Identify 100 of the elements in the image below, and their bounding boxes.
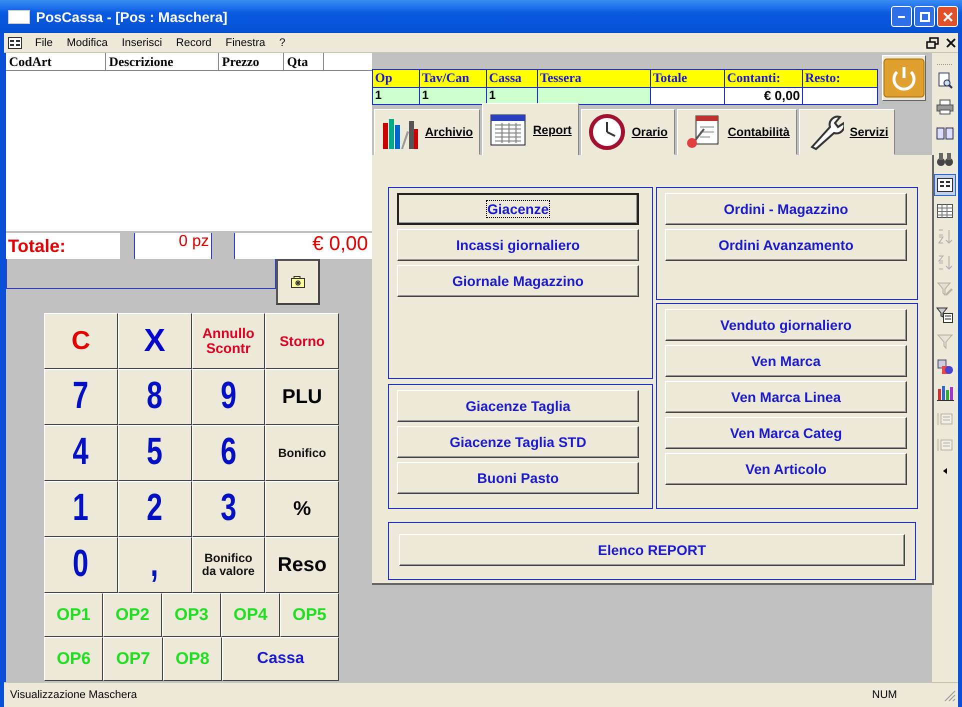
keypad-key[interactable]: 5	[118, 425, 192, 481]
column-header: Contanti:	[725, 70, 802, 88]
report-button[interactable]: Ordini Avanzamento	[665, 229, 907, 261]
caret-icon	[943, 468, 947, 474]
report-button[interactable]: Incassi giornaliero	[397, 229, 639, 261]
pieces-field: 0 pz	[135, 233, 212, 259]
keypad-key[interactable]: 3	[192, 481, 266, 537]
binoculars-icon	[936, 150, 954, 168]
filter-form-icon	[936, 306, 954, 324]
keypad-key[interactable]: Bonifico	[265, 425, 339, 481]
total-amount-field: € 0,00	[235, 233, 372, 259]
menu-item[interactable]: ?	[272, 36, 292, 48]
tab[interactable]: Orario	[580, 109, 675, 155]
close-button[interactable]	[937, 6, 958, 27]
report-button[interactable]: Giacenze Taglia STD	[397, 426, 639, 458]
keypad-key[interactable]: 9	[192, 369, 266, 425]
close-icon	[942, 12, 952, 22]
value-cell: 1	[373, 88, 419, 104]
report-button[interactable]: Ven Marca Categ	[665, 417, 907, 449]
folder-icon	[291, 276, 305, 288]
report-button[interactable]: Ven Marca	[665, 345, 907, 377]
keypad-key[interactable]: ,	[118, 537, 192, 593]
column-header: CodArt	[6, 53, 106, 70]
clock-icon	[588, 113, 626, 151]
filter-icon	[936, 280, 954, 298]
keypad-key[interactable]: 4	[44, 425, 118, 481]
report-button[interactable]: Ordini - Magazzino	[665, 193, 907, 225]
restore-icon[interactable]	[926, 36, 940, 48]
close-icon[interactable]	[944, 36, 958, 48]
maximize-button[interactable]	[914, 6, 935, 27]
tab[interactable]: Servizi	[798, 109, 896, 155]
power-icon	[883, 58, 925, 98]
keypad-key[interactable]: Bonifico da valore	[192, 537, 266, 593]
num-lock-indicator: NUM	[872, 689, 898, 701]
column-header: Tav/Can	[420, 70, 486, 88]
keypad-key[interactable]: 7	[44, 369, 118, 425]
column-header: Tessera	[538, 70, 650, 88]
maximize-icon	[920, 12, 930, 22]
keypad-key[interactable]: 8	[118, 369, 192, 425]
toolbar-button[interactable]	[934, 174, 956, 196]
report-button[interactable]: Giacenze	[397, 193, 639, 225]
toolbar-grip-icon	[936, 63, 954, 66]
menu-item[interactable]: Modifica	[60, 36, 115, 48]
tab[interactable]: Contabilità	[676, 109, 797, 155]
report-button[interactable]: Ven Marca Linea	[665, 381, 907, 413]
keypad-key[interactable]: Storno	[265, 313, 339, 369]
column-header: Descrizione	[106, 53, 219, 70]
report-button[interactable]: Venduto giornaliero	[665, 309, 907, 341]
printer-icon	[936, 98, 954, 116]
menu-item[interactable]: Inserisci	[114, 36, 170, 48]
value-cell: 1	[420, 88, 486, 104]
total-label: Totale:	[6, 233, 120, 259]
form-icon[interactable]	[8, 36, 22, 48]
form-icon	[936, 176, 954, 194]
keypad-key[interactable]: 2	[118, 481, 192, 537]
column-header: Prezzo	[219, 53, 284, 70]
shapes-icon	[936, 358, 954, 376]
keypad-key[interactable]: C	[44, 313, 118, 369]
funnel-icon	[936, 332, 954, 350]
bar-chart-icon	[936, 384, 954, 402]
power-button[interactable]	[882, 55, 926, 101]
keypad-key[interactable]: Cassa	[222, 637, 340, 681]
keypad-key[interactable]: Reso	[265, 537, 339, 593]
column-header: Resto:	[803, 70, 877, 88]
window-icon	[8, 10, 30, 24]
tab[interactable]: Archivio	[374, 109, 480, 155]
report-button[interactable]: Giornale Magazzino	[397, 265, 639, 297]
keypad-key[interactable]: %	[265, 481, 339, 537]
status-message: Visualizzazione Maschera	[10, 689, 138, 701]
print-preview-icon	[936, 72, 954, 90]
keypad-key[interactable]: X	[118, 313, 192, 369]
sort-ascending-icon	[936, 228, 954, 246]
menu-item[interactable]: Finestra	[218, 36, 272, 48]
keypad-key[interactable]: PLU	[265, 369, 339, 425]
keypad-key[interactable]: 0	[44, 537, 118, 593]
tab[interactable]: Report	[482, 103, 579, 155]
minimize-button[interactable]	[891, 6, 912, 27]
report-button[interactable]: Ven Articolo	[665, 453, 907, 485]
minimize-icon	[898, 16, 905, 18]
menu-item[interactable]: File	[28, 36, 60, 48]
column-header: Qta	[284, 53, 324, 70]
keypad-key[interactable]: Annullo Scontr	[192, 313, 266, 369]
list-icon	[936, 410, 954, 428]
report-button[interactable]: Elenco REPORT	[399, 534, 905, 566]
resize-grip-icon[interactable]	[942, 688, 956, 702]
value-cell: € 0,00	[725, 88, 802, 104]
folder-button[interactable]	[276, 259, 320, 305]
value-cell: 1	[487, 88, 537, 104]
column-header: Totale	[651, 70, 724, 88]
keypad-key[interactable]: 1	[44, 481, 118, 537]
sort-descending-icon	[936, 254, 954, 272]
menu-item[interactable]: Record	[169, 36, 219, 48]
report-button[interactable]: Giacenze Taglia	[397, 390, 639, 422]
column-header: Op	[373, 70, 419, 88]
keypad-key[interactable]: 6	[192, 425, 266, 481]
list-icon	[936, 436, 954, 454]
column-header: Cassa	[487, 70, 537, 88]
report-button[interactable]: Buoni Pasto	[397, 462, 639, 494]
table-icon	[936, 202, 954, 220]
window-title: PosCassa - [Pos : Maschera]	[36, 8, 228, 24]
